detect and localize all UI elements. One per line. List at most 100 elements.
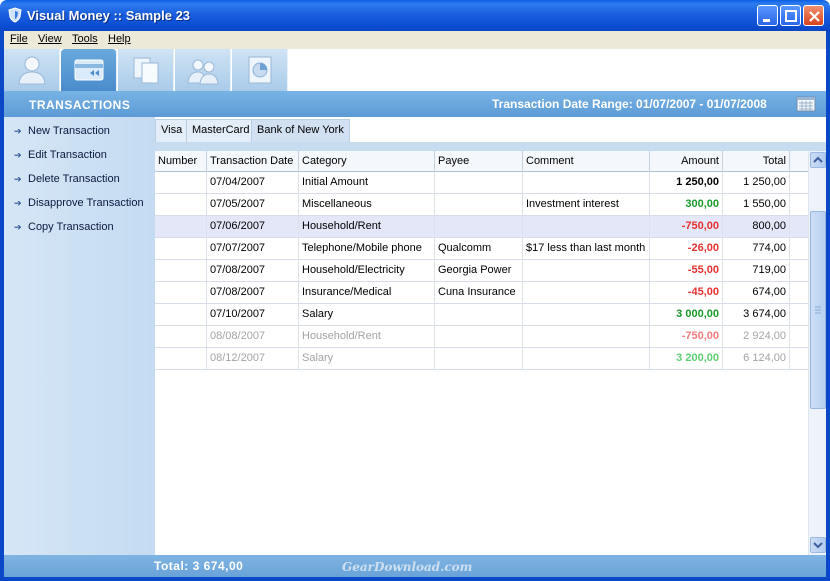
cell-payee <box>435 172 523 194</box>
actions-sidebar: ➔ New Transaction ➔ Edit Transaction ➔ Dele… <box>4 117 155 555</box>
cell-number <box>155 238 207 260</box>
accounts-module-button[interactable] <box>118 49 174 91</box>
users-module-button[interactable] <box>175 49 231 91</box>
app-shield-icon <box>8 7 22 23</box>
tab-mastercard[interactable]: MasterCard <box>186 119 256 142</box>
edit-transaction-label: Edit Transaction <box>28 149 107 161</box>
cell-comment <box>523 326 650 348</box>
cell-category: Salary <box>299 348 435 370</box>
tab-visa[interactable]: Visa <box>155 119 189 142</box>
cell-amount: -45,00 <box>650 282 723 304</box>
cell-total: 774,00 <box>723 238 790 260</box>
cell-total: 674,00 <box>723 282 790 304</box>
column-comment[interactable]: Comment <box>523 151 650 172</box>
cell-comment <box>523 348 650 370</box>
arrow-right-icon: ➔ <box>14 126 22 136</box>
cell-category: Insurance/Medical <box>299 282 435 304</box>
window-title: Visual Money :: Sample 23 <box>27 8 191 23</box>
cell-payee: Cuna Insurance <box>435 282 523 304</box>
column-category[interactable]: Category <box>299 151 435 172</box>
minimize-button[interactable] <box>757 5 778 26</box>
tabs-divider <box>155 142 826 151</box>
table-row[interactable]: 07/08/2007 Household/Electricity Georgia P… <box>155 260 808 282</box>
chevron-up-icon <box>813 156 823 163</box>
scroll-up-button[interactable] <box>810 152 826 168</box>
close-button[interactable] <box>803 5 824 26</box>
edit-transaction-link[interactable]: ➔ Edit Transaction <box>14 149 107 165</box>
tab-bank-of-new-york[interactable]: Bank of New York <box>251 119 350 142</box>
account-tabs: Visa MasterCard Bank of New York <box>155 117 826 142</box>
cell-total: 719,00 <box>723 260 790 282</box>
delete-transaction-label: Delete Transaction <box>28 173 120 185</box>
window-frame-right <box>826 31 830 581</box>
transactions-icon <box>74 59 104 81</box>
contacts-module-button[interactable] <box>4 49 60 91</box>
disapprove-transaction-link[interactable]: ➔ Disapprove Transaction <box>14 197 144 213</box>
cell-date: 07/04/2007 <box>207 172 299 194</box>
menu-view[interactable]: View <box>38 33 62 45</box>
cell-total: 1 250,00 <box>723 172 790 194</box>
cell-comment: $17 less than last month <box>523 238 650 260</box>
scroll-down-button[interactable] <box>810 537 826 553</box>
cell-amount: -750,00 <box>650 326 723 348</box>
cell-comment <box>523 260 650 282</box>
menu-bar: File View Tools Help <box>4 31 826 49</box>
window-frame-bottom <box>0 577 830 581</box>
column-payee[interactable]: Payee <box>435 151 523 172</box>
tab-visa-label: Visa <box>161 124 183 136</box>
column-transaction-date[interactable]: Transaction Date <box>207 151 299 172</box>
cell-comment <box>523 304 650 326</box>
cell-number <box>155 260 207 282</box>
delete-transaction-link[interactable]: ➔ Delete Transaction <box>14 173 120 189</box>
new-transaction-label: New Transaction <box>28 125 110 137</box>
section-title: TRANSACTIONS <box>29 98 131 112</box>
vertical-scrollbar[interactable] <box>808 151 826 555</box>
menu-tools[interactable]: Tools <box>72 33 98 45</box>
cell-category: Telephone/Mobile phone <box>299 238 435 260</box>
cell-number <box>155 304 207 326</box>
total-balance: Total: 3 674,00 <box>154 559 244 573</box>
table-row[interactable]: 07/07/2007 Telephone/Mobile phone Qualcomm… <box>155 238 808 260</box>
chevron-down-icon <box>813 542 823 549</box>
cell-payee <box>435 194 523 216</box>
cell-comment <box>523 172 650 194</box>
cell-date: 07/07/2007 <box>207 238 299 260</box>
cell-amount: 3 000,00 <box>650 304 723 326</box>
table-row[interactable]: 07/04/2007 Initial Amount 1 250,00 1 250,00 <box>155 172 808 194</box>
users-icon <box>187 59 219 85</box>
cell-number <box>155 326 207 348</box>
column-amount[interactable]: Amount <box>650 151 723 172</box>
table-row[interactable]: 07/10/2007 Salary 3 000,00 3 674,00 <box>155 304 808 326</box>
module-toolbar <box>4 49 826 91</box>
reports-module-button[interactable] <box>232 49 288 91</box>
arrow-right-icon: ➔ <box>14 174 22 184</box>
scroll-thumb[interactable] <box>810 211 826 409</box>
cell-amount: -55,00 <box>650 260 723 282</box>
new-transaction-link[interactable]: ➔ New Transaction <box>14 125 110 141</box>
cell-comment <box>523 282 650 304</box>
cell-total: 3 674,00 <box>723 304 790 326</box>
menu-file[interactable]: File <box>10 33 28 45</box>
column-total[interactable]: Total <box>723 151 790 172</box>
maximize-button[interactable] <box>780 5 801 26</box>
cell-date: 07/05/2007 <box>207 194 299 216</box>
copy-transaction-link[interactable]: ➔ Copy Transaction <box>14 221 114 237</box>
minimize-icon <box>763 19 770 22</box>
arrow-right-icon: ➔ <box>14 150 22 160</box>
table-row[interactable]: 08/08/2007 Household/Rent -750,00 2 924,00 <box>155 326 808 348</box>
transactions-module-button[interactable] <box>61 49 117 91</box>
table-row[interactable]: 07/06/2007 Household/Rent -750,00 800,00 <box>155 216 808 238</box>
cell-payee <box>435 304 523 326</box>
table-row[interactable]: 07/08/2007 Insurance/Medical Cuna Insuranc… <box>155 282 808 304</box>
cell-number <box>155 172 207 194</box>
cell-category: Household/Electricity <box>299 260 435 282</box>
cell-category: Miscellaneous <box>299 194 435 216</box>
cell-date: 08/08/2007 <box>207 326 299 348</box>
calendar-icon[interactable] <box>796 96 816 112</box>
cell-comment: Investment interest <box>523 194 650 216</box>
column-number[interactable]: Number <box>155 151 207 172</box>
menu-help[interactable]: Help <box>108 33 131 45</box>
table-row[interactable]: 07/05/2007 Miscellaneous Investment intere… <box>155 194 808 216</box>
table-row[interactable]: 08/12/2007 Salary 3 200,00 6 124,00 <box>155 348 808 370</box>
cell-amount: 300,00 <box>650 194 723 216</box>
